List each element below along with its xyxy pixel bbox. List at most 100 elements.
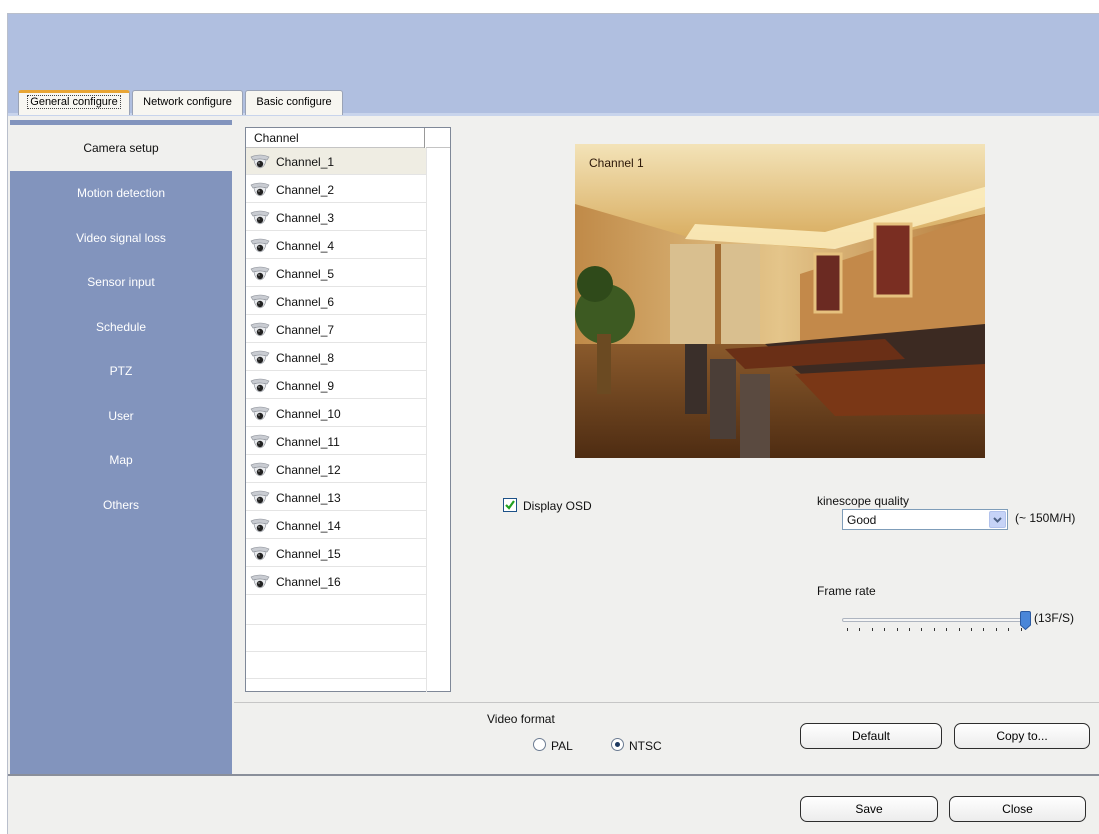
tab-network-configure[interactable]: Network configure — [132, 90, 243, 115]
dome-camera-icon — [250, 322, 270, 337]
dome-camera-icon — [250, 462, 270, 477]
column-gridline — [426, 148, 427, 692]
chevron-down-icon — [993, 517, 1002, 523]
sidebar-item-video-signal-loss[interactable]: Video signal loss — [10, 216, 232, 260]
kinescope-size-estimate: (~ 150M/H) — [1015, 511, 1076, 525]
dome-camera-icon — [250, 182, 270, 197]
frame-rate-value: (13F/S) — [1034, 611, 1075, 625]
channel-row[interactable]: Channel_12 — [246, 456, 426, 483]
slider-tick — [859, 628, 861, 631]
sidebar-item-others[interactable]: Others — [10, 483, 232, 527]
sidebar-item-ptz[interactable]: PTZ — [10, 349, 232, 393]
channel-row[interactable]: Channel_2 — [246, 176, 426, 203]
channel-row[interactable]: Channel_5 — [246, 260, 426, 287]
dome-camera-icon — [250, 378, 270, 393]
channel-row-label: Channel_13 — [276, 491, 341, 505]
frame-rate-slider-thumb[interactable] — [1020, 611, 1031, 630]
preview-osd-text: Channel 1 — [589, 156, 644, 170]
channel-row[interactable]: Channel_11 — [246, 428, 426, 455]
slider-tick — [983, 628, 985, 631]
channel-row[interactable]: Channel_8 — [246, 344, 426, 371]
display-osd-label: Display OSD — [523, 499, 592, 513]
slider-tick — [896, 628, 898, 631]
sidebar-item-motion-detection[interactable]: Motion detection — [10, 171, 232, 215]
slider-tick — [884, 628, 886, 631]
channel-list[interactable]: Channel Channel_1 Channel_2 Channel_3 Chann… — [245, 127, 451, 692]
dome-camera-icon — [250, 518, 270, 533]
default-button[interactable]: Default — [800, 723, 942, 749]
dome-camera-icon — [250, 434, 270, 449]
frame-rate-label: Frame rate — [817, 584, 876, 598]
config-window: General configure Network configure Basi… — [7, 13, 1099, 834]
dome-camera-icon — [250, 154, 270, 169]
sidebar-item-map[interactable]: Map — [10, 438, 232, 482]
close-button[interactable]: Close — [949, 796, 1086, 822]
channel-row[interactable]: Channel_1 — [246, 148, 426, 175]
channel-row-label: Channel_9 — [276, 379, 335, 393]
channel-row[interactable]: Channel_13 — [246, 484, 426, 511]
channel-column-header[interactable]: Channel — [254, 131, 299, 145]
slider-tick — [909, 628, 910, 631]
slider-tick — [921, 628, 923, 631]
radio-button[interactable] — [611, 738, 624, 751]
channel-row[interactable]: Channel_4 — [246, 232, 426, 259]
channel-row[interactable]: Channel_14 — [246, 512, 426, 539]
copy-to-button[interactable]: Copy to... — [954, 723, 1090, 749]
channel-row[interactable]: Channel_16 — [246, 568, 426, 595]
column-separator[interactable] — [424, 128, 426, 148]
tab-basic-configure[interactable]: Basic configure — [245, 90, 343, 115]
kinescope-quality-value: Good — [847, 513, 877, 527]
sidebar: Camera setup Motion detection Video sign… — [10, 120, 232, 774]
channel-row-label: Channel_6 — [276, 295, 335, 309]
dome-camera-icon — [250, 350, 270, 365]
channel-row-label: Channel_14 — [276, 519, 341, 533]
slider-tick — [847, 628, 848, 631]
sidebar-item-sensor-input[interactable]: Sensor input — [10, 260, 232, 304]
save-button[interactable]: Save — [800, 796, 938, 822]
slider-tick — [958, 628, 960, 631]
empty-row — [246, 598, 426, 625]
slider-tick — [971, 628, 972, 631]
dome-camera-icon — [250, 546, 270, 561]
video-format-label: Video format — [487, 712, 555, 726]
channel-row-label: Channel_10 — [276, 407, 341, 421]
dome-camera-icon — [250, 210, 270, 225]
channel-row[interactable]: Channel_15 — [246, 540, 426, 567]
dome-camera-icon — [250, 238, 270, 253]
empty-row — [246, 652, 426, 679]
channel-row-label: Channel_7 — [276, 323, 335, 337]
slider-tick — [1008, 628, 1010, 631]
channel-row[interactable]: Channel_3 — [246, 204, 426, 231]
dome-camera-icon — [250, 490, 270, 505]
frame-rate-slider-track[interactable] — [842, 618, 1024, 622]
channel-row-label: Channel_1 — [276, 155, 335, 169]
checkbox[interactable] — [503, 498, 517, 512]
slider-tick — [933, 628, 935, 631]
channel-row[interactable]: Channel_6 — [246, 288, 426, 315]
dome-camera-icon — [250, 406, 270, 421]
channel-row-label: Channel_4 — [276, 239, 335, 253]
tab-general-configure[interactable]: General configure — [18, 90, 130, 115]
sidebar-item-schedule[interactable]: Schedule — [10, 305, 232, 349]
channel-list-header: Channel — [246, 128, 450, 148]
channel-row-label: Channel_12 — [276, 463, 341, 477]
kinescope-quality-select[interactable]: Good — [842, 509, 1008, 530]
tab-strip: General configure Network configure Basi… — [8, 76, 1099, 116]
channel-row-label: Channel_15 — [276, 547, 341, 561]
channel-row[interactable]: Channel_7 — [246, 316, 426, 343]
sidebar-item-camera-setup[interactable]: Camera setup — [10, 125, 232, 171]
radio-button[interactable] — [533, 738, 546, 751]
camera-preview: Channel 1 — [575, 144, 985, 458]
channel-row[interactable]: Channel_10 — [246, 400, 426, 427]
slider-tick — [946, 628, 948, 631]
dome-camera-icon — [250, 294, 270, 309]
channel-row[interactable]: Channel_9 — [246, 372, 426, 399]
preview-scene-image — [575, 144, 985, 458]
radio-ntsc-label: NTSC — [629, 739, 662, 753]
sidebar-item-user[interactable]: User — [10, 394, 232, 438]
channel-row-label: Channel_3 — [276, 211, 335, 225]
radio-selected-dot — [615, 742, 620, 747]
radio-pal-label: PAL — [551, 739, 573, 753]
channel-row-label: Channel_5 — [276, 267, 335, 281]
dropdown-button[interactable] — [989, 511, 1006, 528]
